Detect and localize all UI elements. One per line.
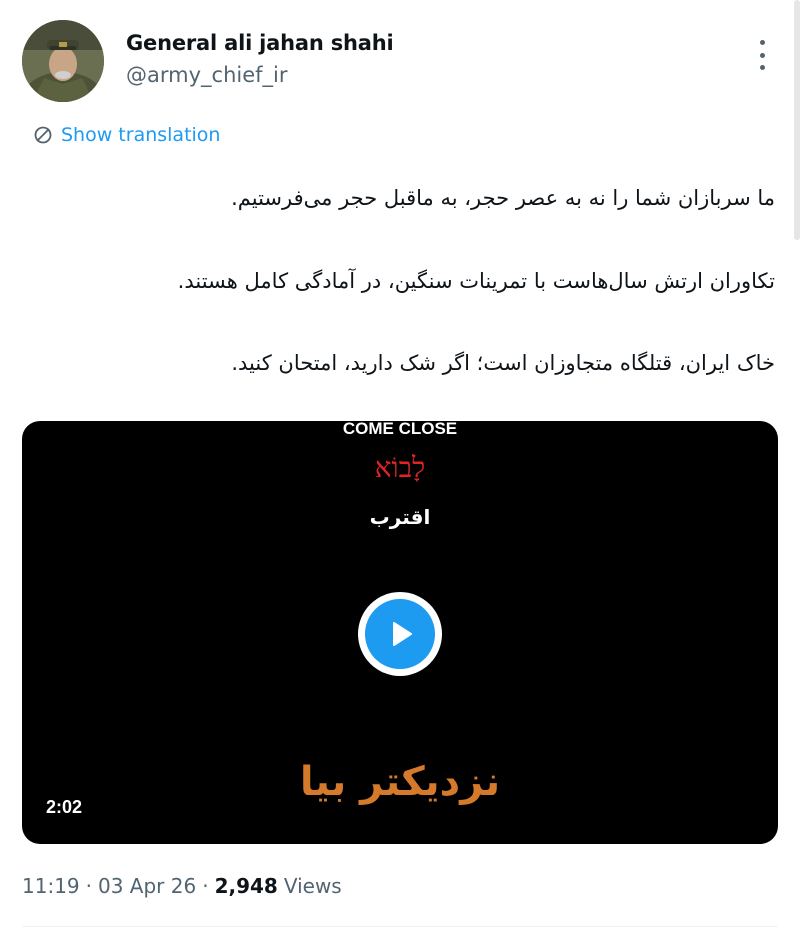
video-caption-hebrew: לָבוֹא (374, 451, 426, 484)
author-handle[interactable]: @army_chief_ir (126, 63, 288, 87)
avatar-photo (22, 20, 104, 102)
video-duration: 2:02 (46, 797, 83, 817)
tweet-time[interactable]: 11:19 (22, 874, 80, 898)
tweet-paragraph-1: ما سربازان شما را نه به عصر حجر، به ماقب… (231, 186, 775, 210)
tweet-paragraph-3: خاک ایران، قتلگاه متجاوزان است؛ اگر شک د… (231, 351, 775, 375)
show-translation-label: Show translation (61, 124, 221, 146)
avatar[interactable] (22, 20, 104, 102)
play-icon (393, 622, 412, 646)
meta-separator: · (202, 874, 209, 898)
scrollbar[interactable] (794, 0, 800, 240)
video-title-persian: نزدیکتر بیا (299, 759, 501, 805)
divider (22, 926, 778, 927)
views-label: Views (283, 874, 342, 898)
translate-icon (34, 126, 52, 144)
show-translation-link[interactable]: Show translation (33, 124, 220, 146)
meta-separator: · (85, 874, 92, 898)
video-caption-arabic: اقترب (369, 505, 431, 529)
play-button[interactable] (358, 592, 442, 676)
tweet-meta: 11:19 · 03 Apr 26 · 2,948 Views (22, 874, 342, 898)
tweet-date[interactable]: 03 Apr 26 (98, 874, 196, 898)
tweet-paragraph-2: تکاوران ارتش سال‌هاست با تمرینات سنگین، … (177, 269, 775, 293)
video-player[interactable]: COME CLOSE לָבוֹא اقترب نزدیکتر بیا 2:02 (22, 421, 778, 844)
more-options-icon[interactable] (752, 40, 772, 70)
author-display-name[interactable]: General ali jahan shahi (126, 31, 394, 55)
views-count: 2,948 (214, 874, 278, 898)
video-caption-english: COME CLOSE (342, 421, 458, 438)
